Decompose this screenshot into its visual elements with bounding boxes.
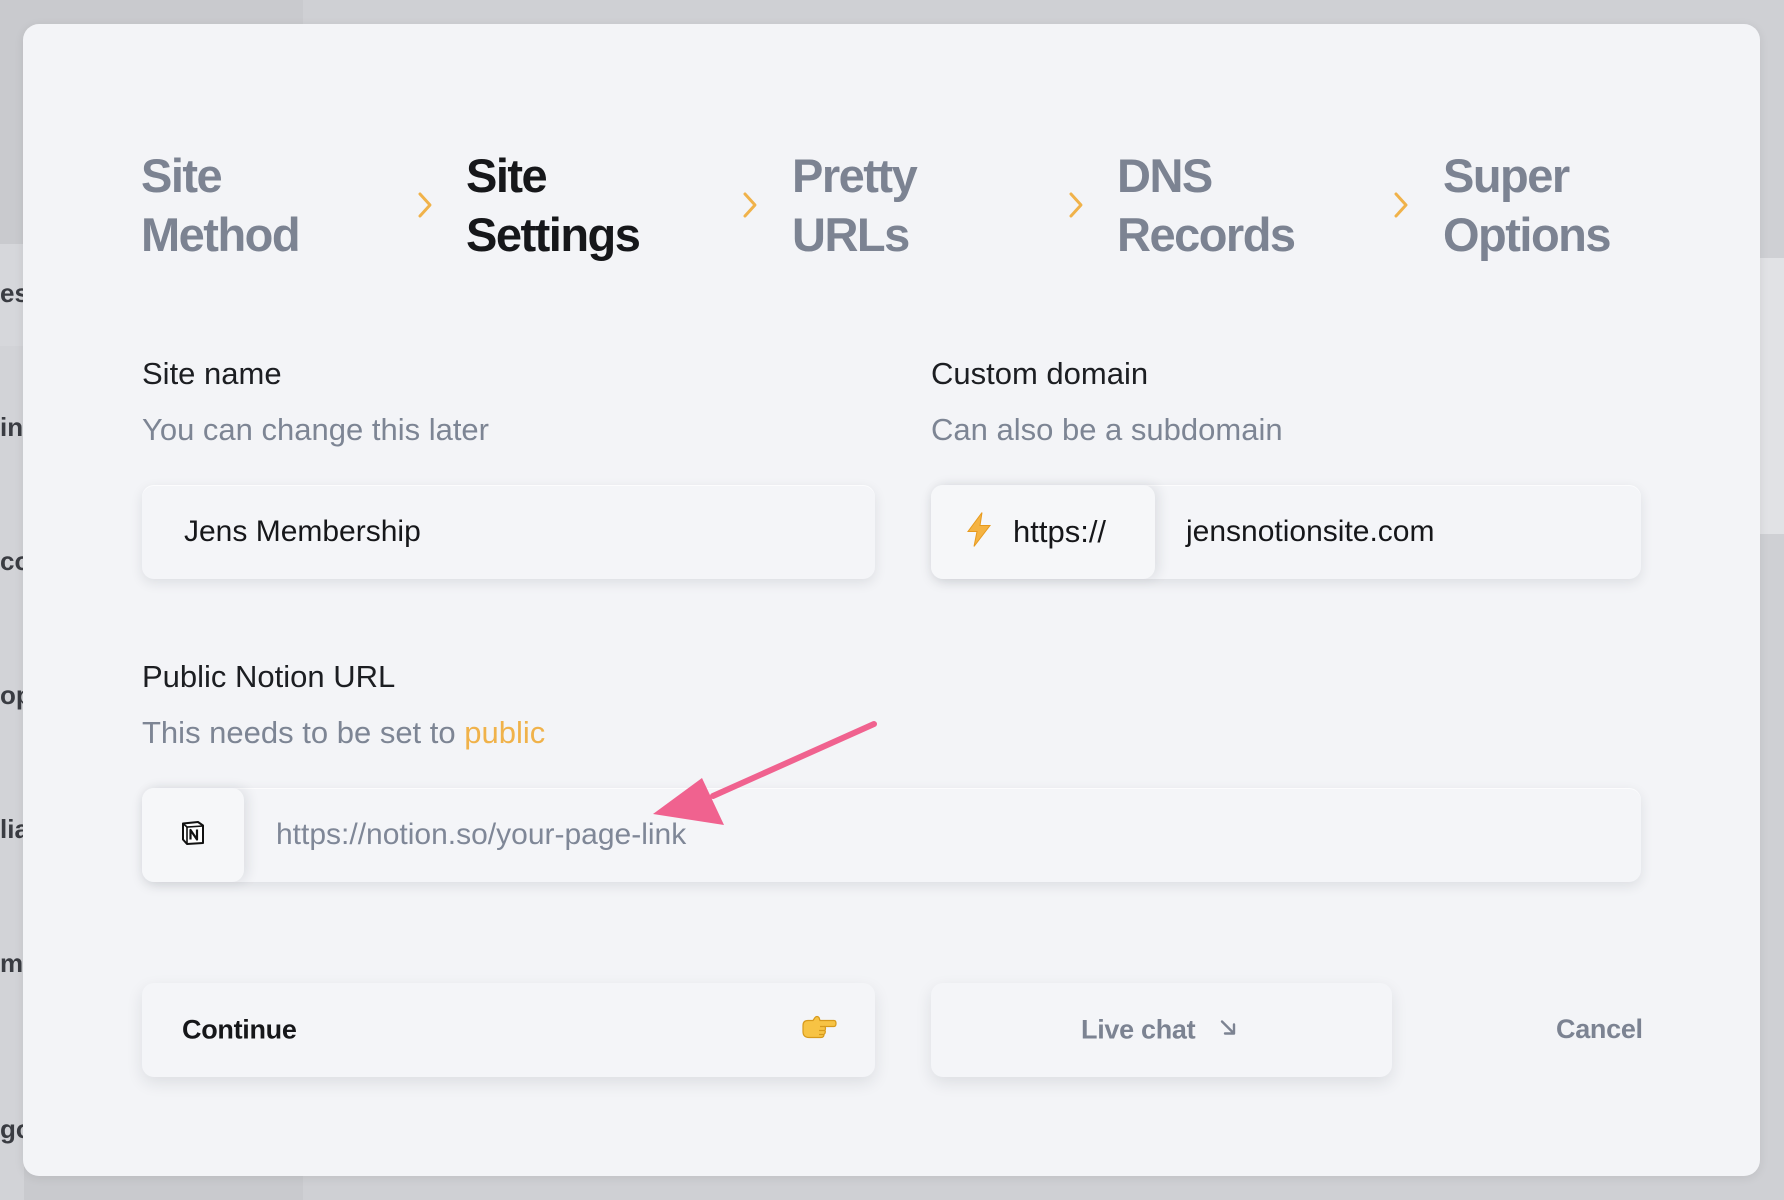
- site-name-input[interactable]: Jens Membership: [142, 485, 875, 579]
- notion-url-input[interactable]: https://notion.so/your-page-link: [142, 788, 1641, 882]
- background-sidebar-strip: [0, 346, 24, 1200]
- site-name-label: Site name: [142, 356, 282, 391]
- stepper: Site Method Site Settings Pretty URLs DN…: [141, 124, 1671, 274]
- step-site-method[interactable]: Site Method: [141, 146, 371, 264]
- chevron-right-icon: [1392, 190, 1410, 220]
- step-site-settings[interactable]: Site Settings: [466, 146, 696, 264]
- custom-domain-help: Can also be a subdomain: [931, 412, 1283, 447]
- notion-url-prefix: [142, 788, 244, 882]
- site-name-help: You can change this later: [142, 412, 489, 447]
- step-label-line: Pretty: [792, 149, 918, 202]
- notion-logo-icon: [180, 820, 206, 851]
- custom-domain-prefix: https://: [931, 485, 1155, 579]
- pointing-hand-icon: [801, 1015, 837, 1046]
- site-setup-modal: Site Method Site Settings Pretty URLs DN…: [23, 24, 1760, 1176]
- custom-domain-value: jensnotionsite.com: [1186, 515, 1435, 548]
- chevron-right-icon: [741, 190, 759, 220]
- step-dns-records[interactable]: DNS Records: [1117, 146, 1347, 264]
- background-fragment: in: [0, 412, 24, 442]
- notion-url-placeholder: https://notion.so/your-page-link: [276, 818, 687, 851]
- notion-url-label: Public Notion URL: [142, 659, 396, 694]
- live-chat-button[interactable]: Live chat: [931, 983, 1392, 1077]
- step-label-line: Site: [141, 149, 223, 202]
- site-name-value: Jens Membership: [184, 515, 421, 548]
- notion-url-help-accent: public: [464, 715, 546, 750]
- arrow-down-right-icon: [1218, 1018, 1238, 1043]
- step-label-line: Options: [1443, 208, 1612, 261]
- step-label-line: Super: [1443, 149, 1570, 202]
- lightning-bolt-icon: [965, 512, 993, 553]
- step-super-options[interactable]: Super Options: [1443, 146, 1673, 264]
- step-label-line: DNS: [1117, 149, 1213, 202]
- step-label-line: Records: [1117, 208, 1296, 261]
- step-label-line: Site: [466, 149, 548, 202]
- live-chat-button-label: Live chat: [1081, 1014, 1196, 1045]
- chevron-right-icon: [416, 190, 434, 220]
- custom-domain-prefix-text: https://: [1013, 514, 1107, 549]
- step-pretty-urls[interactable]: Pretty URLs: [792, 146, 1022, 264]
- step-label-line: Method: [141, 208, 301, 261]
- continue-button[interactable]: Continue: [142, 983, 875, 1077]
- chevron-right-icon: [1067, 190, 1085, 220]
- cancel-link[interactable]: Cancel: [1556, 1014, 1643, 1045]
- custom-domain-label: Custom domain: [931, 356, 1149, 391]
- step-label-line: Settings: [466, 208, 641, 261]
- notion-url-help: This needs to be set to public: [142, 715, 545, 751]
- continue-button-label: Continue: [182, 1014, 297, 1045]
- custom-domain-input[interactable]: https:// jensnotionsite.com: [931, 485, 1641, 579]
- notion-url-help-text: This needs to be set to: [142, 715, 465, 750]
- step-label-line: URLs: [792, 208, 910, 261]
